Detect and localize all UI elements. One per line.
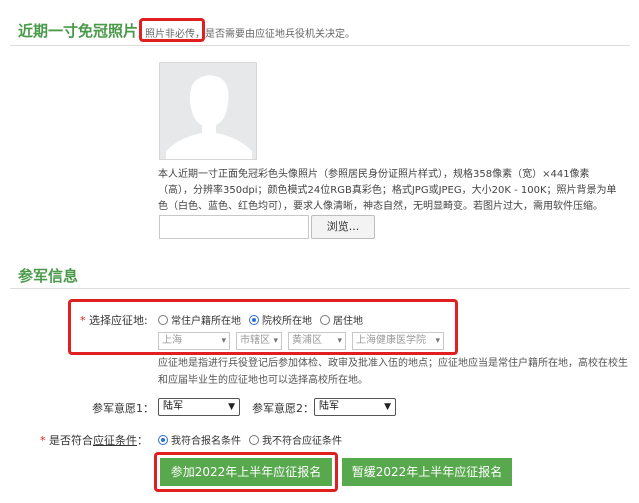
eligible-option-yes[interactable]: 我符合报名条件 [158,432,241,447]
browse-button[interactable]: 浏览... [311,215,375,239]
location-radio-group: 常住户籍所在地 院校所在地 居住地 [158,312,371,327]
chevron-down-icon: ▾ [221,336,226,346]
enlist-section-title: 参军信息 [18,267,79,285]
chevron-down-icon: ▼ [228,402,235,412]
chevron-down-icon: ▼ [384,402,391,412]
photo-hint-rest: ，是否需要由应征地兵役机关决定。 [195,29,355,40]
photo-placeholder[interactable] [159,62,257,160]
photo-file-input[interactable] [159,215,309,239]
highlight-box-primary-button [154,452,338,492]
chevron-down-icon: ▾ [273,336,278,346]
eligible-label: * 是否符合应征条件： [40,434,148,447]
chevron-down-icon: ▾ [435,336,440,346]
school-select[interactable]: 上海健康医学院 ▾ [352,332,444,350]
radio-icon[interactable] [320,314,330,325]
location-option-school[interactable]: 院校所在地 [249,312,312,327]
location-label: * 选择应征地: [80,314,148,327]
province-select[interactable]: 上海 ▾ [158,332,230,350]
chevron-down-icon: ▾ [337,336,342,346]
defer-enlistment-button[interactable]: 暂缓2022年上半年应征报名 [342,458,512,486]
photo-requirements: 本人近期一寸正面免冠彩色头像照片（参照居民身份证照片样式），规格358像素（宽）… [158,169,617,212]
eligible-option-no[interactable]: 我不符合应征条件 [249,432,342,447]
location-note: 应征地是指进行兵役登记后参加体检、政审及批准入伍的地点；应征地应当是常住户籍所在… [158,358,628,386]
radio-icon[interactable] [158,314,168,325]
wish2-label: 参军意愿2： [252,402,314,415]
wish1-label: 参军意愿1： [92,402,154,415]
radio-selected-icon[interactable] [249,314,259,325]
divider [10,45,630,46]
wish2-select[interactable]: 陆军 ▼ [314,398,396,416]
eligibility-link[interactable]: 应征条件 [93,434,137,447]
radio-selected-icon[interactable] [158,434,168,445]
photo-section-title: 近期一寸免冠照片 [18,22,139,40]
eligible-radio-group: 我符合报名条件 我不符合应征条件 [158,432,350,447]
wish1-select[interactable]: 陆军 ▼ [158,398,240,416]
city-select[interactable]: 市辖区 ▾ [236,332,282,350]
divider [10,288,630,289]
location-option-household[interactable]: 常住户籍所在地 [158,312,241,327]
highlight-box-photo-note [139,18,205,42]
district-select[interactable]: 黄浦区 ▾ [288,332,346,350]
avatar-silhouette-icon [160,63,256,159]
radio-icon[interactable] [249,434,259,445]
location-option-residence[interactable]: 居住地 [320,312,363,327]
